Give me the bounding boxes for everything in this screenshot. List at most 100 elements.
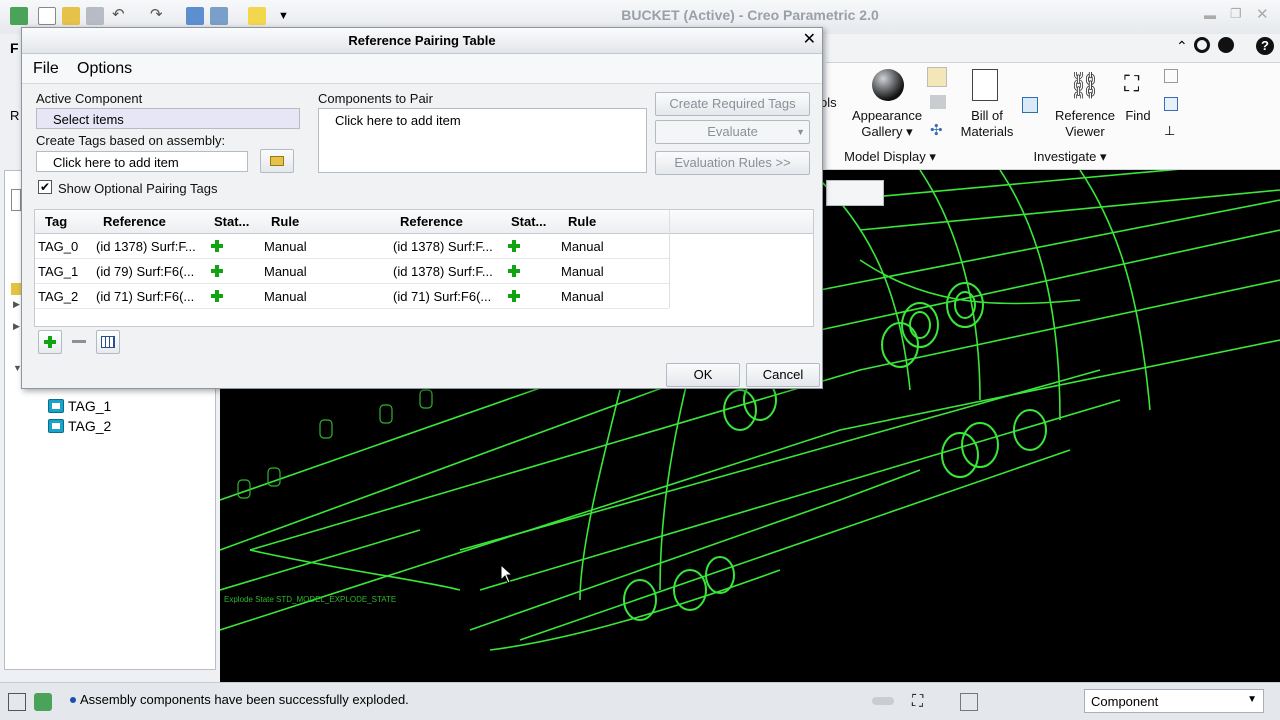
ptc-icon[interactable]	[1218, 37, 1234, 53]
components-to-pair-field[interactable]: Click here to add item	[318, 108, 647, 173]
reference-cell: (id 1378) Surf:F...	[96, 239, 196, 254]
mouse-cursor-icon	[500, 564, 514, 584]
active-component-label: Active Component	[36, 91, 143, 106]
component-interface-icon[interactable]	[1022, 97, 1038, 113]
tree-expand-icon[interactable]: ▶	[13, 299, 20, 310]
reference-cell: (id 1378) Surf:F...	[393, 239, 493, 254]
tree-item-tag1[interactable]: TAG_1	[48, 398, 111, 414]
col-rule-2[interactable]: Rule	[568, 214, 596, 229]
status-ok-icon	[508, 265, 520, 277]
tag-cell: TAG_1	[38, 264, 79, 279]
close-icon[interactable]: ✕	[803, 30, 816, 50]
columns-button[interactable]	[96, 330, 120, 354]
graphics-toolbar[interactable]	[826, 180, 884, 206]
new-file-icon[interactable]	[38, 7, 56, 25]
create-required-tags-button[interactable]: Create Required Tags	[655, 92, 810, 116]
add-row-button[interactable]	[38, 330, 62, 354]
save-icon[interactable]	[86, 7, 104, 25]
search-icon[interactable]	[1194, 37, 1210, 53]
undo-icon[interactable]: ↶	[112, 7, 130, 25]
regenerate-icon[interactable]	[186, 7, 204, 25]
evaluate-select[interactable]: Evaluate ▼	[655, 120, 810, 144]
bill-of-materials-icon[interactable]	[972, 69, 998, 101]
col-status-1[interactable]: Stat...	[214, 214, 249, 229]
col-reference-2[interactable]: Reference	[400, 214, 463, 229]
evaluate-label: Evaluate	[707, 124, 758, 139]
reference-viewer-icon[interactable]: ⛓	[1068, 69, 1101, 101]
row-divider	[35, 283, 669, 284]
ribbon-fragment-r: R	[10, 108, 20, 123]
col-tag[interactable]: Tag	[45, 214, 67, 229]
appearance-gallery-button[interactable]: Appearance Gallery ▾	[850, 108, 924, 140]
maximize-button[interactable]: ❐	[1230, 6, 1242, 22]
help-icon[interactable]: ?	[1256, 37, 1274, 55]
appearance-gallery-icon[interactable]	[872, 69, 904, 101]
components-to-pair-label: Components to Pair	[318, 91, 433, 106]
reference-cell: (id 71) Surf:F6(...	[393, 289, 492, 304]
rule-cell: Manual	[264, 239, 307, 254]
reference-viewer-button[interactable]: Reference Viewer	[1050, 108, 1120, 140]
customize-toolbar-icon[interactable]: ▼	[278, 7, 296, 25]
status-ok-icon	[211, 290, 223, 302]
feature-info-icon[interactable]: ⊥	[1164, 123, 1178, 138]
cancel-button[interactable]: Cancel	[746, 363, 820, 387]
tree-expand-icon[interactable]: ▶	[13, 321, 20, 332]
browser-toggle-icon[interactable]	[34, 693, 52, 711]
chevron-down-icon[interactable]: ▼	[796, 121, 805, 143]
col-rule-1[interactable]: Rule	[271, 214, 299, 229]
minimize-button[interactable]: ▬	[1204, 8, 1216, 22]
pairing-table[interactable]: Tag Reference Stat... Rule Reference Sta…	[34, 209, 814, 327]
close-button[interactable]: ✕	[1256, 5, 1269, 23]
regen-status-icon	[872, 697, 894, 705]
col-reference-1[interactable]: Reference	[103, 214, 166, 229]
open-folder-button[interactable]	[260, 149, 294, 173]
windows-icon[interactable]	[210, 7, 228, 25]
info-icon[interactable]	[1164, 69, 1178, 83]
tree-toggle-icon[interactable]	[8, 693, 26, 711]
col-status-2[interactable]: Stat...	[511, 214, 546, 229]
rule-cell: Manual	[561, 239, 604, 254]
active-component-field[interactable]: Select items	[36, 108, 300, 129]
message-bullet-icon	[70, 697, 76, 703]
find-icon[interactable]: ⛶	[1124, 71, 1152, 97]
evaluation-rules-button[interactable]: Evaluation Rules >>	[655, 151, 810, 175]
open-folder-icon[interactable]	[62, 7, 80, 25]
rule-cell: Manual	[561, 264, 604, 279]
create-tags-field[interactable]: Click here to add item	[36, 151, 248, 172]
status-ok-icon	[508, 240, 520, 252]
select-box-icon[interactable]	[960, 693, 978, 711]
ok-button[interactable]: OK	[666, 363, 740, 387]
model-info-icon[interactable]	[1164, 97, 1178, 111]
reference-pairing-dialog: Reference Pairing Table ✕ File Options A…	[21, 27, 823, 389]
find-status-icon[interactable]: ⛶	[912, 693, 930, 711]
rule-cell: Manual	[264, 264, 307, 279]
status-ok-icon	[508, 290, 520, 302]
tag-icon	[48, 399, 64, 413]
tree-item-label: TAG_1	[68, 398, 112, 414]
app-icon	[10, 7, 28, 25]
model-display-group[interactable]: Model Display ▾	[826, 149, 954, 165]
tag-icon	[48, 419, 64, 433]
bill-of-materials-button[interactable]: Bill of Materials	[956, 108, 1018, 140]
ribbon-tools-panel: ols Appearance Gallery ▾ ✣ Bill of Mater…	[820, 62, 1280, 170]
perspective-icon[interactable]	[930, 95, 946, 109]
add-icon	[44, 336, 56, 348]
tree-item-tag2[interactable]: TAG_2	[48, 418, 111, 434]
status-ok-icon	[211, 265, 223, 277]
find-button[interactable]: Find	[1124, 108, 1152, 124]
selection-filter-select[interactable]: Component ▼	[1084, 689, 1264, 713]
show-optional-checkbox[interactable]: ✔	[38, 180, 52, 194]
display-style-icon[interactable]	[927, 67, 947, 87]
menu-options[interactable]: Options	[77, 60, 132, 78]
file-tab-fragment[interactable]: F	[10, 40, 19, 56]
walls-icon[interactable]: ✣	[930, 121, 946, 139]
remove-row-icon[interactable]	[72, 340, 86, 343]
close-window-icon[interactable]	[248, 7, 266, 25]
menu-file[interactable]: File	[33, 60, 59, 78]
tree-side-icon[interactable]	[11, 189, 21, 211]
tree-folder-icon[interactable]	[11, 283, 21, 295]
redo-icon[interactable]: ↷	[150, 7, 168, 25]
collapse-ribbon-icon[interactable]: ⌃	[1176, 38, 1188, 55]
investigate-group[interactable]: Investigate ▾	[1026, 149, 1114, 165]
chevron-down-icon[interactable]: ▼	[1247, 694, 1257, 705]
